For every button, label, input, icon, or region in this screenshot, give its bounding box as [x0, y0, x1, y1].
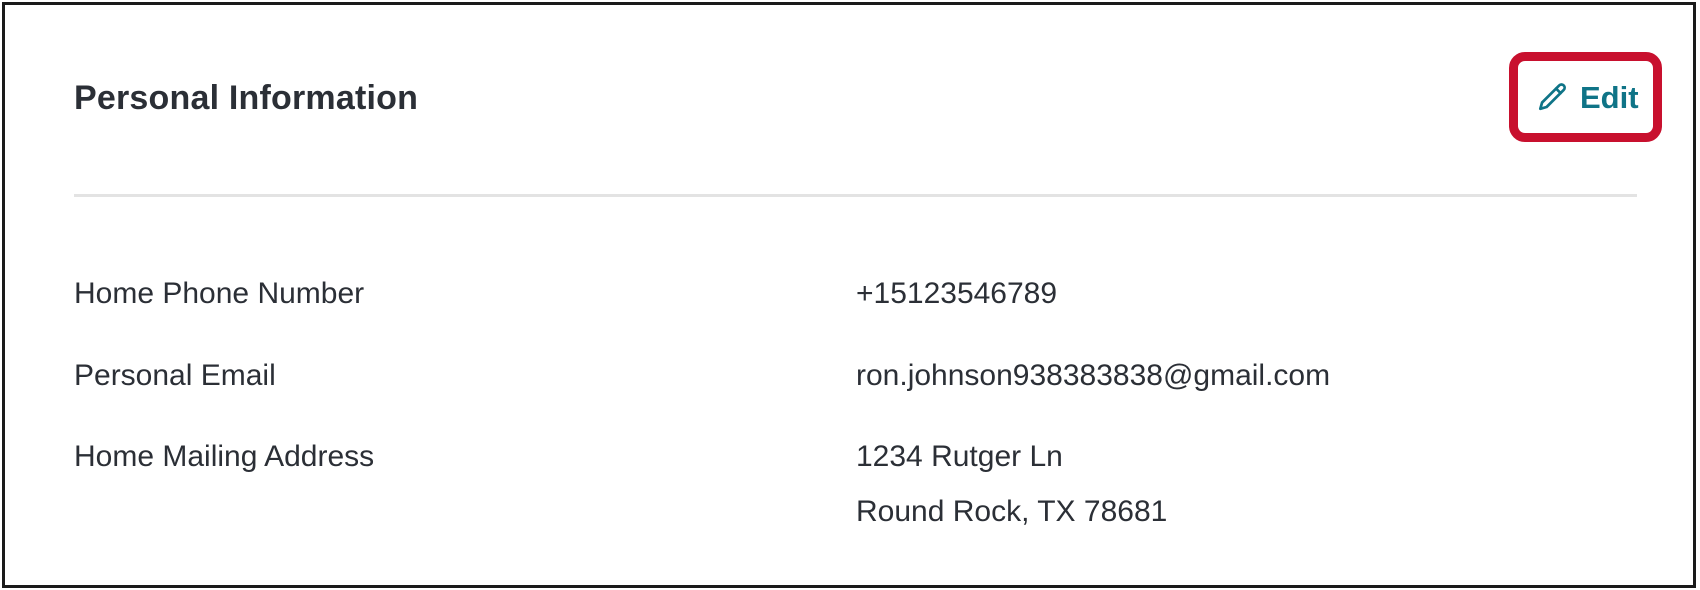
section-divider: [74, 194, 1637, 197]
home-mailing-address-line1: 1234 Rutger Ln: [856, 440, 1063, 473]
pencil-icon: [1534, 80, 1570, 116]
home-phone-label: Home Phone Number: [74, 277, 365, 310]
personal-email-label: Personal Email: [74, 359, 276, 392]
card-header: Personal Information Edit: [5, 5, 1693, 195]
home-phone-value: +15123546789: [856, 277, 1058, 310]
edit-button-label: Edit: [1580, 80, 1639, 115]
home-mailing-address-line2: Round Rock, TX 78681: [856, 495, 1168, 528]
personal-email-value: ron.johnson938383838@gmail.com: [856, 359, 1331, 392]
edit-button[interactable]: Edit: [1534, 76, 1639, 120]
personal-information-card: Personal Information Edit Home Phone Num…: [2, 2, 1696, 588]
section-title: Personal Information: [74, 79, 419, 117]
home-mailing-address-label: Home Mailing Address: [74, 440, 375, 473]
